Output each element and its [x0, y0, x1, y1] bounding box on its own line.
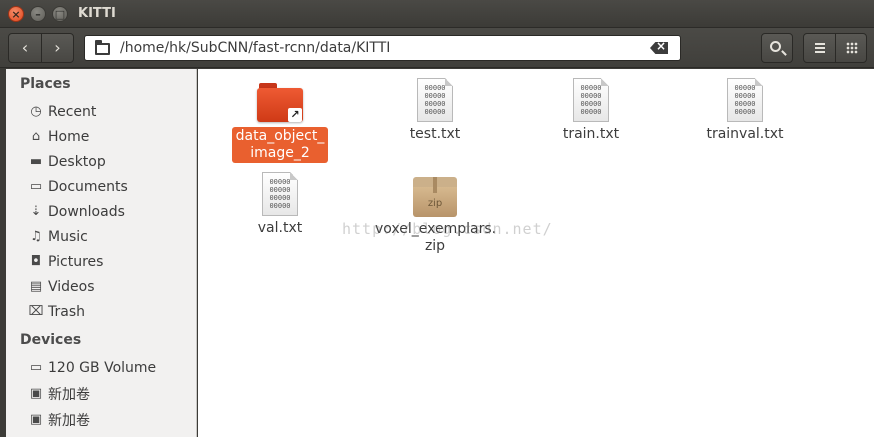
- sidebar-item-label: Music: [48, 229, 88, 245]
- grid-view-button[interactable]: [834, 34, 866, 62]
- documents-icon: ▭: [29, 179, 43, 194]
- sidebar-item-label: Home: [48, 129, 90, 145]
- toolbar: ‹ › /home/hk/SubCNN/fast-rcnn/data/KITTI: [0, 28, 874, 68]
- location-bar[interactable]: /home/hk/SubCNN/fast-rcnn/data/KITTI: [84, 35, 681, 61]
- search-icon: [770, 41, 781, 52]
- file-name: train.txt: [562, 126, 620, 142]
- grid-icon: [845, 42, 858, 54]
- zip-archive-icon: zip: [413, 177, 457, 217]
- text-file-icon: 00000 00000 00000 00000: [727, 78, 763, 122]
- sidebar: Places ◷ Recent ⌂ Home ▬ Desktop ▭ Docum…: [6, 69, 197, 437]
- back-button[interactable]: ‹: [9, 34, 41, 62]
- minimize-window-button[interactable]: –: [30, 6, 46, 22]
- drive-icon: ▭: [29, 360, 43, 375]
- view-toggle: [803, 33, 867, 63]
- sidebar-item-recent[interactable]: ◷ Recent: [28, 100, 96, 124]
- desktop-folder-icon: ▬: [29, 154, 43, 169]
- downloads-icon: ⇣: [30, 204, 42, 219]
- folder-icon: [95, 40, 110, 55]
- file-name: trainval.txt: [706, 126, 784, 142]
- file-item-data-object-image-2[interactable]: ↗ data_object_ image_2: [220, 83, 340, 163]
- clock-icon: ◷: [30, 104, 42, 119]
- home-icon: ⌂: [31, 129, 41, 144]
- zip-strip: [433, 177, 437, 193]
- list-view-button[interactable]: [804, 34, 835, 62]
- file-item-train-txt[interactable]: 00000 00000 00000 00000 train.txt: [531, 78, 651, 143]
- drive-icon: ▣: [29, 412, 43, 427]
- text-file-icon: 00000 00000 00000 00000: [262, 172, 298, 216]
- sidebar-item-label: Videos: [48, 279, 95, 295]
- clear-location-icon[interactable]: [650, 42, 668, 54]
- sidebar-item-label: Pictures: [48, 254, 104, 270]
- title-bar: × – □ KITTI: [0, 0, 874, 28]
- sidebar-item-desktop[interactable]: ▬ Desktop: [28, 150, 106, 174]
- places-heading: Places: [20, 76, 71, 92]
- text-file-icon: 00000 00000 00000 00000: [417, 78, 453, 122]
- sidebar-item-videos[interactable]: ▤ Videos: [28, 275, 95, 299]
- camera-icon: ◘: [30, 254, 42, 269]
- sidebar-item-label: Recent: [48, 104, 97, 120]
- maximize-window-button[interactable]: □: [52, 6, 68, 22]
- devices-heading: Devices: [20, 332, 82, 348]
- folder-link-icon: ↗: [257, 83, 303, 123]
- file-name: data_object_ image_2: [232, 127, 328, 163]
- drive-icon: ▣: [29, 386, 43, 401]
- trash-icon: ⌧: [28, 304, 44, 319]
- sidebar-item-documents[interactable]: ▭ Documents: [28, 175, 128, 199]
- file-item-test-txt[interactable]: 00000 00000 00000 00000 test.txt: [375, 78, 495, 143]
- link-arrow-icon: ↗: [288, 108, 302, 122]
- search-button[interactable]: [761, 33, 793, 63]
- sidebar-item-pictures[interactable]: ◘ Pictures: [28, 250, 104, 274]
- film-icon: ▤: [29, 279, 43, 294]
- list-icon: [815, 43, 825, 53]
- sidebar-item-volume-1[interactable]: ▣ 新加卷: [28, 382, 90, 406]
- sidebar-item-volume-2[interactable]: ▣ 新加卷: [28, 408, 90, 432]
- file-name: val.txt: [257, 220, 303, 236]
- sidebar-item-home[interactable]: ⌂ Home: [28, 125, 89, 149]
- watermark: http://blog.csdn.net/: [342, 220, 553, 238]
- sidebar-item-label: Desktop: [48, 154, 106, 170]
- file-name: test.txt: [409, 126, 461, 142]
- file-item-val-txt[interactable]: 00000 00000 00000 00000 val.txt: [220, 172, 340, 237]
- file-view: ↗ data_object_ image_2 00000 00000 00000…: [198, 69, 874, 437]
- sidebar-item-label: Documents: [48, 179, 128, 195]
- sidebar-item-music[interactable]: ♫ Music: [28, 225, 88, 249]
- sidebar-item-label: 新加卷: [48, 387, 90, 403]
- location-path[interactable]: /home/hk/SubCNN/fast-rcnn/data/KITTI: [120, 40, 390, 56]
- sidebar-item-label: 新加卷: [48, 413, 90, 429]
- zip-label: zip: [427, 198, 443, 209]
- close-window-button[interactable]: ×: [8, 6, 24, 22]
- sidebar-item-label: 120 GB Volume: [48, 360, 157, 376]
- sidebar-item-label: Downloads: [48, 204, 125, 220]
- sidebar-item-120gb-volume[interactable]: ▭ 120 GB Volume: [28, 356, 156, 380]
- window-title: KITTI: [78, 6, 116, 21]
- sidebar-item-trash[interactable]: ⌧ Trash: [28, 300, 86, 324]
- file-item-voxel-exemplars-zip[interactable]: zip voxel_exemplars. zip: [375, 177, 496, 255]
- sidebar-item-label: Trash: [48, 304, 85, 320]
- file-item-trainval-txt[interactable]: 00000 00000 00000 00000 trainval.txt: [685, 78, 805, 143]
- music-icon: ♫: [30, 229, 42, 244]
- navigation-buttons: ‹ ›: [8, 33, 74, 63]
- text-file-icon: 00000 00000 00000 00000: [573, 78, 609, 122]
- sidebar-item-downloads[interactable]: ⇣ Downloads: [28, 200, 125, 224]
- forward-button[interactable]: ›: [40, 34, 73, 62]
